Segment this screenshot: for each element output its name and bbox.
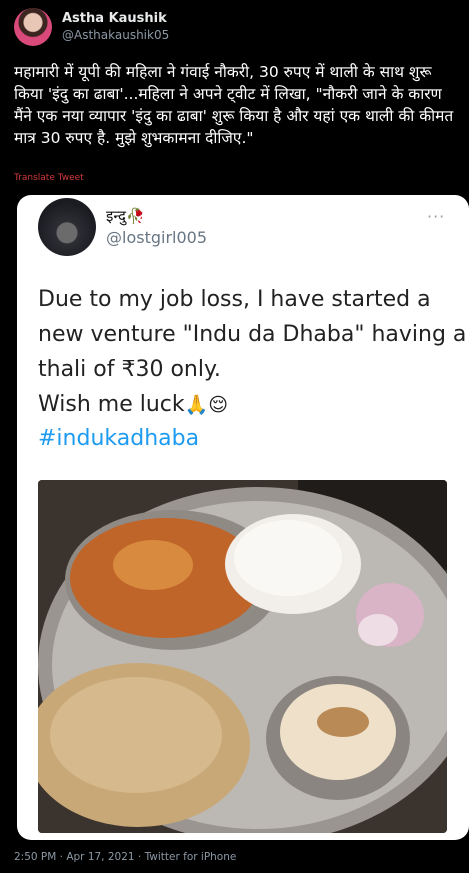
thali-illustration [38, 480, 447, 833]
author-avatar[interactable] [14, 8, 52, 46]
author-name[interactable]: Astha Kaushik [62, 11, 167, 26]
more-options-icon: ··· [427, 207, 446, 226]
tweet-text: महामारी में यूपी की महिला ने गंवाई नौकरी… [14, 63, 454, 147]
embedded-text-line: Wish me luck🙏😌 [38, 392, 229, 417]
embedded-author-name: इन्दु🥀 [106, 207, 145, 225]
rose-emoji-icon: 🥀 [125, 207, 145, 225]
praying-hands-emoji-icon: 🙏😌 [184, 394, 229, 416]
embedded-tweet-screenshot[interactable]: इन्दु🥀 @lostgirl005 ··· Due to my job lo… [17, 195, 469, 840]
translate-tweet-link[interactable]: Translate Tweet [14, 173, 84, 183]
embedded-author-handle: @lostgirl005 [106, 228, 208, 247]
embedded-text-line: Due to my job loss, I have started a [38, 287, 431, 312]
tweet-timestamp-source[interactable]: 2:50 PM · Apr 17, 2021 · Twitter for iPh… [14, 851, 236, 863]
embedded-author-avatar [38, 198, 96, 256]
embedded-text-line: new venture "Indu da Dhaba" having a [38, 322, 467, 347]
thali-food-photo [38, 480, 447, 833]
embedded-hashtag: #indukadhaba [38, 426, 200, 451]
embedded-text-line: thali of ₹30 only. [38, 357, 221, 382]
author-handle[interactable]: @Asthakaushik05 [62, 28, 169, 42]
tweet-header: Astha Kaushik @Asthakaushik05 [0, 0, 469, 52]
